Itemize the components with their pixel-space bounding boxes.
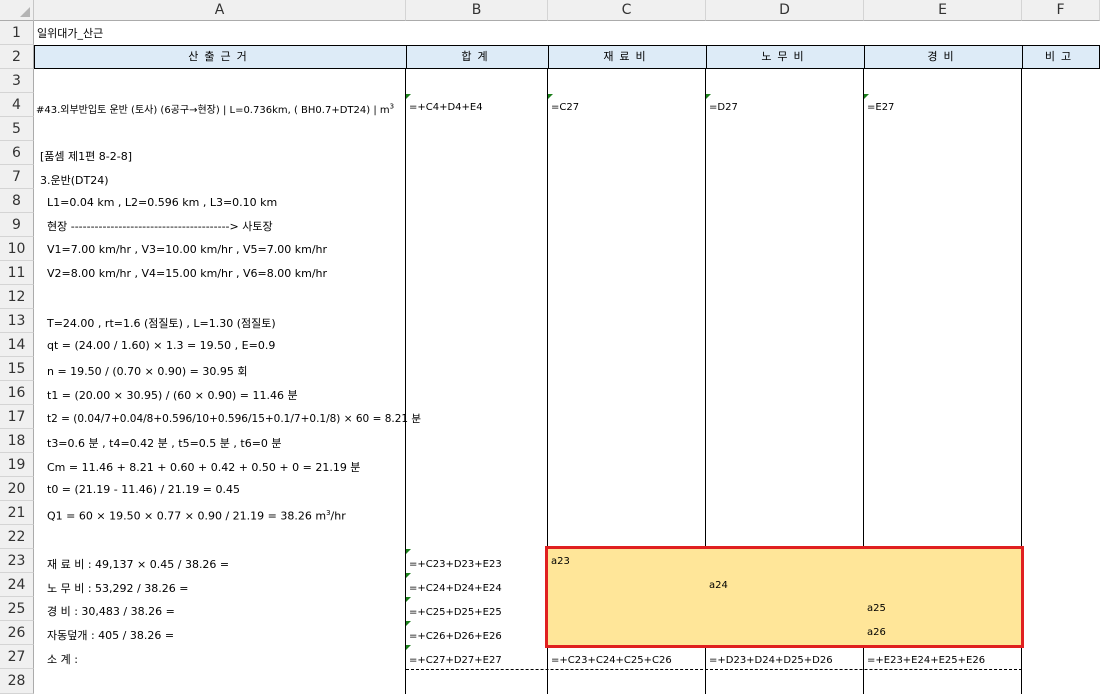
cell-b4[interactable]: =+C4+D4+E4: [409, 102, 483, 113]
column-header-b[interactable]: B: [406, 0, 548, 21]
cell-d4[interactable]: =D27: [709, 102, 738, 113]
cell-c27[interactable]: =+C23+C24+C25+C26: [551, 655, 672, 666]
cell-b23[interactable]: =+C23+D23+E23: [409, 559, 502, 570]
cell-b25[interactable]: =+C25+D25+E25: [409, 607, 502, 618]
row-header-7[interactable]: 7: [0, 165, 34, 189]
row-header-4[interactable]: 4: [0, 93, 34, 117]
comment-marker-b4: [406, 94, 411, 99]
column-header-d[interactable]: D: [706, 0, 864, 21]
cell-a18[interactable]: t3=0.6 분 , t4=0.42 분 , t5=0.5 분 , t6=0 분: [47, 435, 282, 451]
row-header-19[interactable]: 19: [0, 453, 34, 477]
row-header-6[interactable]: 6: [0, 141, 34, 165]
cell-e25[interactable]: a25: [867, 603, 886, 614]
cell-a16[interactable]: t1 = (20.00 × 30.95) / (60 × 0.90) = 11.…: [47, 387, 298, 403]
row-header-15[interactable]: 15: [0, 357, 34, 381]
header-total[interactable]: 합계: [406, 45, 549, 69]
cell-a20[interactable]: t0 = (21.19 - 11.46) / 21.19 = 0.45: [47, 483, 240, 496]
cell-a7[interactable]: 3.운반(DT24): [40, 172, 109, 188]
column-header-c[interactable]: C: [548, 0, 706, 21]
row-header-23[interactable]: 23: [0, 549, 34, 573]
comment-marker-b25: [406, 597, 411, 602]
cell-a17[interactable]: t2 = (0.04/7+0.04/8+0.596/10+0.596/15+0.…: [47, 411, 421, 426]
cell-a10[interactable]: V1=7.00 km/hr , V3=10.00 km/hr , V5=7.00…: [47, 243, 327, 256]
cell-a15[interactable]: n = 19.50 / (0.70 × 0.90) = 30.95 회: [47, 363, 247, 379]
row-header-14[interactable]: 14: [0, 333, 34, 357]
row-header-16[interactable]: 16: [0, 381, 34, 405]
row-header-2[interactable]: 2: [0, 45, 34, 69]
row-header-22[interactable]: 22: [0, 525, 34, 549]
cell-a24[interactable]: 노 무 비 : 53,292 / 38.26 =: [47, 580, 188, 596]
comment-marker-b27: [406, 645, 411, 650]
select-all-corner[interactable]: [0, 0, 34, 21]
header-expense[interactable]: 경비: [864, 45, 1023, 69]
cell-b26[interactable]: =+C26+D26+E26: [409, 631, 502, 642]
row-header-25[interactable]: 25: [0, 597, 34, 621]
cell-d27[interactable]: =+D23+D24+D25+D26: [709, 655, 833, 666]
total-row-underline: [406, 669, 1022, 670]
row-header-24[interactable]: 24: [0, 573, 34, 597]
header-calculation-basis[interactable]: 산출근거: [34, 45, 407, 69]
row-header-10[interactable]: 10: [0, 237, 34, 261]
row-header-20[interactable]: 20: [0, 477, 34, 501]
cell-a14[interactable]: qt = (24.00 / 1.60) × 1.3 = 19.50 , E=0.…: [47, 339, 275, 352]
comment-marker-e4: [864, 94, 869, 99]
cell-a23[interactable]: 재 료 비 : 49,137 × 0.45 / 38.26 =: [47, 556, 229, 572]
row-header-17[interactable]: 17: [0, 405, 34, 429]
row-header-18[interactable]: 18: [0, 429, 34, 453]
cell-a21[interactable]: Q1 = 60 × 19.50 × 0.77 × 0.90 / 21.19 = …: [47, 509, 346, 523]
row-header-12[interactable]: 12: [0, 285, 34, 309]
cell-a26[interactable]: 자동덮개 : 405 / 38.26 =: [47, 627, 174, 643]
comment-marker-d4: [706, 94, 711, 99]
comment-marker-b26: [406, 621, 411, 626]
row-header-3[interactable]: 3: [0, 69, 34, 93]
cell-a19[interactable]: Cm = 11.46 + 8.21 + 0.60 + 0.42 + 0.50 +…: [47, 459, 360, 475]
row-header-5[interactable]: 5: [0, 117, 34, 141]
row-header-8[interactable]: 8: [0, 189, 34, 213]
comment-marker-b24: [406, 573, 411, 578]
cell-c23[interactable]: a23: [551, 556, 570, 567]
row-header-1[interactable]: 1: [0, 21, 34, 45]
header-remarks[interactable]: 비고: [1022, 45, 1100, 69]
selection-outline: [545, 546, 1024, 648]
cell-b27[interactable]: =+C27+D27+E27: [409, 655, 502, 666]
comment-marker-c4: [548, 94, 553, 99]
header-material-cost[interactable]: 재료비: [548, 45, 707, 69]
cell-a4[interactable]: #43.외부반입토 운반 (토사) (6공구→현장) | L=0.736km, …: [36, 101, 394, 116]
row-header-13[interactable]: 13: [0, 309, 34, 333]
cell-e4[interactable]: =E27: [867, 102, 894, 113]
column-header-a[interactable]: A: [34, 0, 406, 21]
column-header-e[interactable]: E: [864, 0, 1022, 21]
cell-a6[interactable]: [품셈 제1편 8-2-8]: [40, 148, 132, 164]
row-header-27[interactable]: 27: [0, 645, 34, 669]
cell-a13[interactable]: T=24.00 , rt=1.6 (점질토) , L=1.30 (점질토): [47, 315, 276, 331]
cell-a25[interactable]: 경 비 : 30,483 / 38.26 =: [47, 603, 175, 619]
comment-marker-b23: [406, 549, 411, 554]
cell-e26[interactable]: a26: [867, 627, 886, 638]
spreadsheet-grid[interactable]: A B C D E F 1 2 3 4 5 6 7 8 9 10 11 12 13 14 15 16 17 18 1…: [0, 0, 1100, 694]
row-header-21[interactable]: 21: [0, 501, 34, 525]
cell-c4[interactable]: =C27: [551, 102, 579, 113]
cell-e27[interactable]: =+E23+E24+E25+E26: [867, 655, 985, 666]
row-header-11[interactable]: 11: [0, 261, 34, 285]
cell-b24[interactable]: =+C24+D24+E24: [409, 583, 502, 594]
column-header-f[interactable]: F: [1022, 0, 1100, 21]
sheet-title[interactable]: 일위대가_산근: [37, 25, 103, 41]
cell-a9[interactable]: 현장 -------------------------------------…: [47, 218, 273, 234]
cell-a8[interactable]: L1=0.04 km , L2=0.596 km , L3=0.10 km: [47, 196, 277, 209]
row-header-26[interactable]: 26: [0, 621, 34, 645]
cell-a11[interactable]: V2=8.00 km/hr , V4=15.00 km/hr , V6=8.00…: [47, 267, 327, 280]
row-header-28[interactable]: 28: [0, 669, 34, 694]
cell-a27[interactable]: 소 계 :: [47, 651, 78, 667]
row-header-9[interactable]: 9: [0, 213, 34, 237]
cell-d24[interactable]: a24: [709, 580, 728, 591]
header-labor-cost[interactable]: 노무비: [706, 45, 865, 69]
